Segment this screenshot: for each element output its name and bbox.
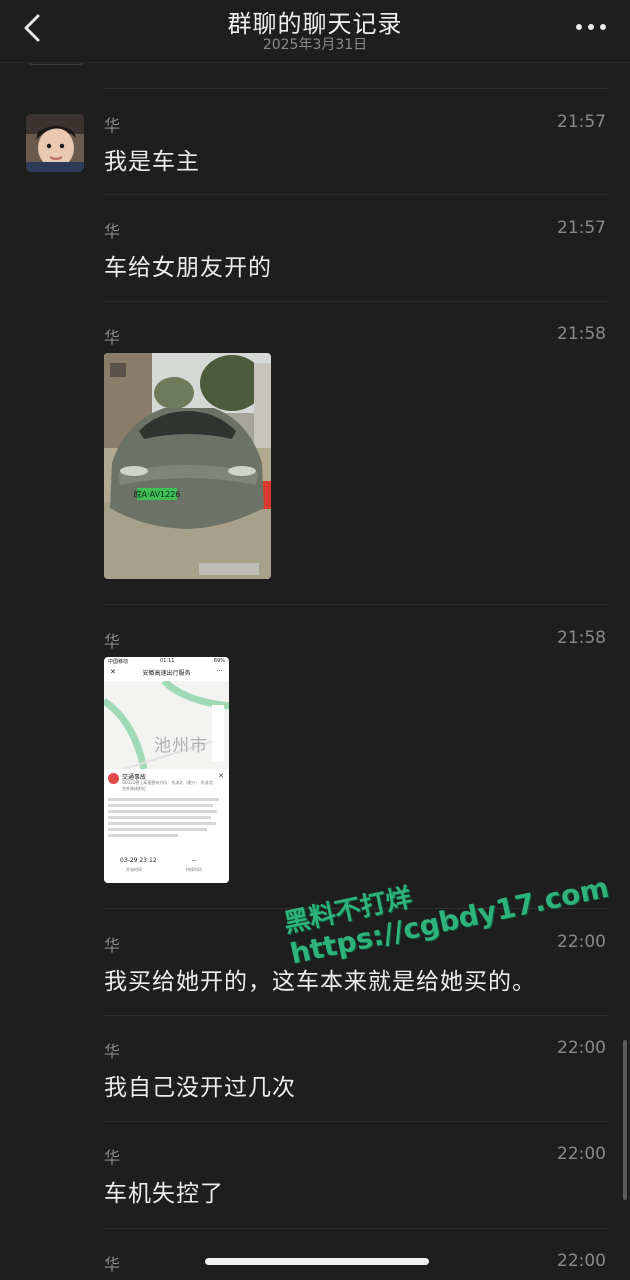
message-text[interactable]: 我自己没开过几次 [104,1068,296,1102]
message-time: 21:58 [557,628,606,648]
screenshot-status-bar: 中国移动 01:11 69% [104,657,229,665]
car-photo[interactable]: 皖A·AV1226 [104,353,271,579]
message-time: 21:57 [557,112,606,132]
message-time: 22:00 [557,932,606,952]
divider [104,194,608,195]
message-time: 22:00 [557,1251,606,1271]
screenshot-nav-title: 安徽高速出行服务 [142,670,191,677]
more-dots-icon [576,24,606,30]
message-time: 21:58 [557,324,606,344]
more-button[interactable] [574,14,608,40]
sender-name: 华 [104,1148,121,1167]
sender-name: 华 [104,1255,121,1274]
divider [104,604,608,605]
screenshot-map: 池州市 [104,681,229,769]
duration-value: -- [192,857,197,864]
license-plate-text: 皖A·AV1226 [134,489,181,499]
close-icon: ✕ [110,668,116,676]
message-text[interactable]: 车给女朋友开的 [104,248,272,282]
home-indicator[interactable] [205,1258,429,1265]
message-text[interactable]: 车机失控了 [104,1174,224,1208]
incident-card: 交通事故 ✕ G0321德上高速德州方向：东流北（建兴）-东流北合并路线附近 0… [104,769,229,883]
start-time-value: 03-29 23:12 [120,857,157,864]
incident-details [108,795,225,840]
page-subtitle: 2025年3月31日 [262,37,368,53]
message-text[interactable]: 我是车主 [104,142,200,176]
message-time: 21:57 [557,218,606,238]
scrollbar[interactable] [623,1040,627,1200]
divider [104,301,608,302]
screenshot-nav: ✕ 安徽高速出行服务 ··· [104,665,229,681]
divider [104,88,608,89]
sender-name: 华 [104,222,121,241]
divider [104,1015,608,1016]
chat-history-screen: 群聊的聊天记录 2025年3月31日 华 21:57 我是车主 华 21:57 … [0,0,630,1280]
message-time: 22:00 [557,1038,606,1058]
avatar[interactable] [26,114,84,172]
accident-icon [108,773,119,784]
clock-label: 01:11 [160,658,175,664]
map-city-label: 池州市 [154,736,208,756]
battery-label: 69% [213,658,225,664]
sender-name: 华 [104,936,121,955]
duration-label: 持续时间 [186,867,202,872]
header-bar: 群聊的聊天记录 2025年3月31日 [0,0,630,63]
child-avatar-icon [26,114,84,172]
sender-name: 华 [104,1042,121,1061]
traffic-screenshot[interactable]: 中国移动 01:11 69% ✕ 安徽高速出行服务 ··· 池州市 交通事故 ✕… [104,657,229,883]
divider [104,1121,608,1122]
close-icon: ✕ [218,772,224,780]
message-text[interactable]: 我买给她开的，这车本来就是给她买的。 [104,962,536,996]
message-time: 22:00 [557,1144,606,1164]
car-photo-image: 皖A·AV1226 [104,353,271,579]
sender-name: 华 [104,116,121,135]
more-dots-icon: ··· [216,667,223,675]
incident-location: G0321德上高速德州方向：东流北（建兴）-东流北合并路线附近 [122,780,213,791]
sender-name: 华 [104,632,121,651]
start-time-label: 开始时间 [126,867,142,872]
sender-name: 华 [104,328,121,347]
divider [104,1228,608,1229]
